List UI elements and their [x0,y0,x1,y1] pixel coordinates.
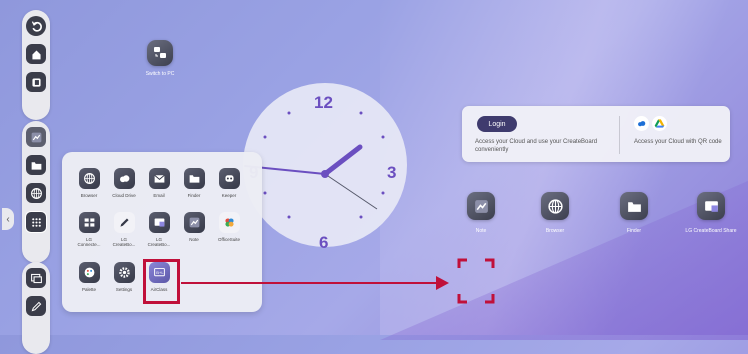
toolbar-mid-group [22,121,50,263]
app-label: Finder [187,193,201,198]
desktop-browser-label: Browser [545,228,565,234]
drop-target-marker [457,258,495,304]
globe-icon [30,187,42,199]
app-label: Note [189,237,199,242]
recent-apps-button[interactable] [26,72,46,92]
home-icon [31,49,41,59]
globe-icon [541,192,569,220]
second-hand [324,173,378,210]
hour-hand [322,144,363,177]
clock-number-12: 12 [314,93,333,112]
desktop-createboard-share[interactable]: LG CreateBoard Share [676,192,746,234]
app-officesuite[interactable]: OfficeSuite [212,212,246,242]
drag-arrow-line [181,282,439,284]
keeper-icon [218,168,240,189]
app-label: Keeper [221,193,237,198]
app-label: LG CreateBo... [147,237,171,248]
note-icon [467,192,495,220]
login-description: Access your Cloud and use your CreateBoa… [475,139,598,153]
app-label: Settings [115,287,133,292]
back-button[interactable] [26,16,46,36]
desktop-note[interactable]: Note [446,192,516,234]
officesuite-icon [218,212,240,233]
pen-icon [113,212,135,233]
drag-arrow-head [436,276,449,290]
app-cloud-drive[interactable]: Cloud Drive [107,168,141,198]
note-shortcut-button[interactable] [26,127,46,147]
qr-description: Access your Cloud with QR code [634,139,722,145]
login-widget: Login Access your Cloud and use your Cre… [462,106,730,162]
app-palette[interactable]: Palette [72,262,106,292]
toolbar-top-group [22,10,50,120]
login-button[interactable]: Login [477,116,517,132]
app-drawer-button[interactable] [25,211,47,233]
gear-icon [113,262,135,283]
toolbar-bottom-group [22,262,50,354]
note-icon [183,212,205,233]
app-label: Palette [81,287,96,292]
app-finder[interactable]: Finder [177,168,211,198]
app-settings[interactable]: Settings [107,262,141,292]
mail-icon [148,168,170,189]
switch-to-pc-shortcut[interactable]: Switch to PC [132,40,188,77]
airclass-highlight-box [143,259,180,304]
screen-share-button[interactable] [26,268,46,288]
grid-icon [31,217,41,227]
grid-icon [78,212,100,233]
globe-icon [78,168,100,189]
folder-icon [31,161,41,170]
divider [619,116,620,154]
app-label: Cloud Drive [112,193,136,198]
app-note[interactable]: Note [177,212,211,242]
app-label: LG CreateBo... [112,237,136,248]
app-lg-createboard[interactable]: LG CreateBo... [107,212,141,248]
app-label: LG Connecte... [77,237,101,248]
desktop-finder[interactable]: Finder [599,192,669,234]
google-drive-icon[interactable] [652,116,667,131]
switch-pc-icon [147,40,173,66]
pen-button[interactable] [26,296,46,316]
analog-clock: 12 3 6 9 [243,83,407,252]
desktop-finder-label: Finder [626,228,642,234]
app-lg-createboard-share[interactable]: LG CreateBo... [142,212,176,248]
clock-number-3: 3 [387,163,397,182]
back-icon [31,20,42,32]
cloud-icon [113,168,135,189]
app-label: Email [153,193,165,198]
screens-icon [30,273,42,283]
folder-icon [183,168,205,189]
desktop-note-label: Note [475,228,487,234]
desktop-browser[interactable]: Browser [520,192,590,234]
app-keeper[interactable]: Keeper [212,168,246,198]
clock-number-6: 6 [319,233,329,252]
app-email[interactable]: Email [142,168,176,198]
app-browser[interactable]: Browser [72,168,106,198]
share-icon [148,212,170,233]
app-label: Browser [80,193,98,198]
app-lg-connected[interactable]: LG Connecte... [72,212,106,248]
browser-shortcut-button[interactable] [26,183,46,203]
palette-icon [78,262,100,283]
note-icon [31,132,41,142]
chevron-left-icon: ‹ [6,213,10,225]
switch-to-pc-label: Switch to PC [145,71,175,77]
desktop-createboard-share-label: LG CreateBoard Share [685,228,737,234]
collapse-handle[interactable]: ‹ [2,208,14,230]
share-icon [697,192,725,220]
pen-icon [31,301,41,311]
home-button[interactable] [26,44,46,64]
recent-apps-icon [31,77,41,87]
finder-shortcut-button[interactable] [26,155,46,175]
onedrive-icon[interactable] [634,116,649,131]
folder-icon [620,192,648,220]
app-label: OfficeSuite [218,237,240,242]
